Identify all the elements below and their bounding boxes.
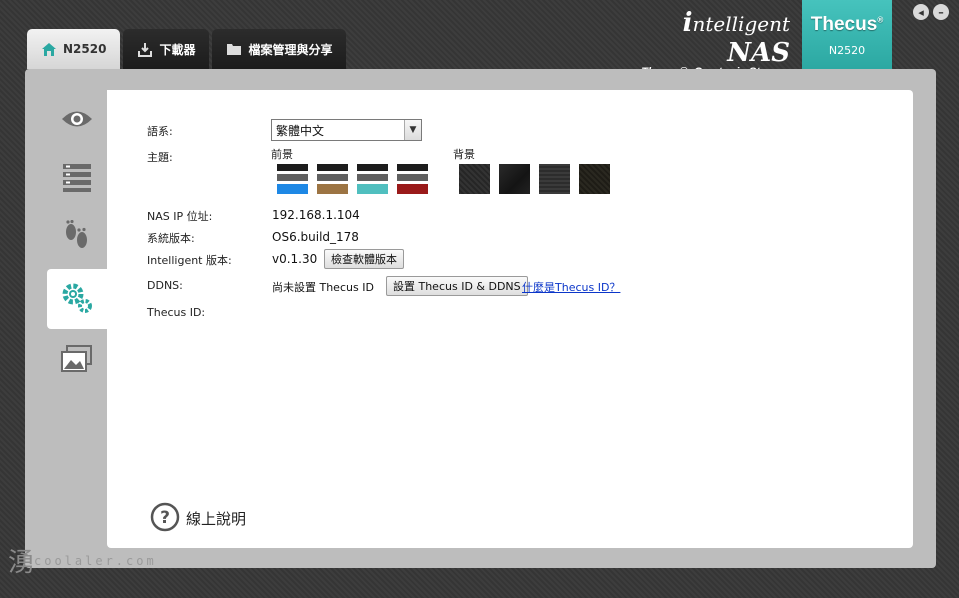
watermark: 湧 coolaler.com (8, 548, 157, 578)
question-icon: ? (150, 502, 180, 535)
sidebar-item-settings[interactable] (47, 269, 107, 329)
back-icon[interactable]: ◂ (913, 4, 929, 20)
bg-swatch-3[interactable] (539, 164, 570, 194)
badge-reg: ® (877, 15, 884, 25)
ddns-setup-button[interactable]: 設置 Thecus ID & DDNS (386, 276, 528, 296)
fg-swatch-blue[interactable] (277, 164, 308, 194)
badge-model: N2520 (828, 44, 866, 57)
chevron-down-icon: ▼ (404, 120, 421, 140)
tab-file-manager[interactable]: 檔案管理與分享 (212, 29, 347, 69)
download-icon (137, 42, 153, 57)
tab-n2520[interactable]: N2520 (27, 29, 121, 69)
fg-swatch-brown[interactable] (317, 164, 348, 194)
tab-downloader[interactable]: 下載器 (123, 29, 210, 69)
settings-panel: 語系: 繁體中文 ▼ 主題: 前景 背景 NAS IP 位址: 192.168.… (107, 90, 913, 548)
thecus-id-label: Thecus ID: (147, 306, 206, 319)
watermark-text: coolaler.com (34, 554, 157, 568)
language-select[interactable]: 繁體中文 ▼ (271, 119, 422, 141)
brand-i: i (682, 8, 693, 38)
sidebar-item-list[interactable] (47, 148, 107, 208)
theme-label: 主題: (147, 151, 173, 164)
brand-logo: intelligent NAS Thecus®, Creator in Stor… (640, 8, 790, 78)
brand-intelligent: ntelligent (692, 12, 791, 36)
tab-label: N2520 (63, 42, 107, 56)
background-label: 背景 (453, 148, 475, 161)
system-version-value: OS6.build_178 (272, 230, 359, 244)
intelligent-version-value: v0.1.30 (272, 252, 318, 266)
home-icon (41, 42, 57, 57)
bg-swatch-4[interactable] (579, 164, 610, 194)
window-controls: ◂ – (913, 4, 949, 20)
top-tabs: N2520 下載器 檔案管理與分享 (27, 29, 347, 69)
sidebar-item-activity[interactable] (47, 208, 107, 268)
gears-icon (61, 282, 93, 317)
svg-text:?: ? (160, 508, 170, 528)
intelligent-version-label: Intelligent 版本: (147, 254, 232, 267)
watermark-glyph: 湧 (8, 548, 35, 578)
list-icon (62, 162, 92, 195)
tab-label: 檔案管理與分享 (248, 42, 333, 57)
sidebar-item-windows[interactable] (47, 330, 107, 390)
tab-label: 下載器 (159, 42, 196, 57)
brand-nas: NAS (727, 38, 790, 68)
bg-swatch-2[interactable] (499, 164, 530, 194)
eye-icon (60, 108, 94, 133)
foreground-label: 前景 (271, 148, 293, 161)
online-help-label: 線上說明 (186, 510, 247, 528)
bg-swatch-1[interactable] (459, 164, 490, 194)
online-help[interactable]: ? 線上說明 (150, 502, 246, 535)
sidebar (47, 90, 107, 548)
nas-ip-value: 192.168.1.104 (272, 208, 360, 222)
sidebar-item-monitor[interactable] (47, 90, 107, 150)
ddns-status: 尚未設置 Thecus ID (272, 281, 374, 294)
fg-swatch-red[interactable] (397, 164, 428, 194)
ddns-label: DDNS: (147, 279, 183, 292)
nas-ip-label: NAS IP 位址: (147, 210, 213, 223)
language-label: 語系: (147, 125, 173, 138)
folder-icon (226, 42, 242, 56)
system-version-label: 系統版本: (147, 232, 195, 245)
minimize-icon[interactable]: – (933, 4, 949, 20)
windows-icon (61, 344, 93, 376)
language-value: 繁體中文 (276, 124, 325, 138)
badge-name: Thecus (810, 14, 878, 35)
thecus-id-help-link[interactable]: 什麼是Thecus ID？ (522, 279, 620, 295)
fg-swatch-teal[interactable] (357, 164, 388, 194)
footprints-icon (64, 219, 90, 257)
check-version-button[interactable]: 檢查軟體版本 (324, 249, 404, 269)
